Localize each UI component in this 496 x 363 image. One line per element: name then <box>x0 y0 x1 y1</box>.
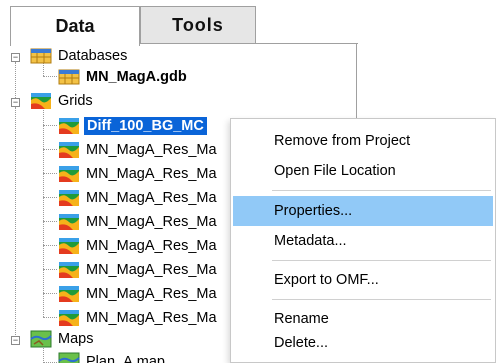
tree-item-map[interactable]: Plan_A.map <box>58 352 165 363</box>
database-icon <box>30 48 52 63</box>
grid-icon <box>59 165 79 182</box>
tree-item-grid[interactable]: MN_MagA_Res_Ma <box>58 187 217 208</box>
tree-item-grid[interactable]: Diff_100_BG_MC <box>58 115 207 136</box>
menu-separator <box>272 299 491 300</box>
tree-item-label: MN_MagA_Res_Ma <box>86 261 217 278</box>
menu-item-label: Delete... <box>274 335 328 351</box>
tree-connector <box>43 107 44 317</box>
menu-item-label: Remove from Project <box>274 133 411 149</box>
tree-item-grid[interactable]: MN_MagA_Res_Ma <box>58 235 217 256</box>
tree-connector <box>43 245 57 246</box>
tree-node-grids[interactable]: Grids <box>30 90 93 111</box>
tree-item-grid[interactable]: MN_MagA_Res_Ma <box>58 307 217 328</box>
grid-icon <box>59 141 79 158</box>
menu-separator <box>272 190 491 191</box>
menu-item-label: Export to OMF... <box>274 272 379 288</box>
menu-item-export-to-omf[interactable]: Export to OMF... <box>233 265 493 295</box>
tree-connector <box>43 221 57 222</box>
tree-item-label: Diff_100_BG_MC <box>84 116 207 135</box>
grid-folder-icon <box>31 92 51 109</box>
tree-item-label: MN_MagA_Res_Ma <box>86 165 217 182</box>
tree-connector <box>43 149 57 150</box>
tree-connector <box>43 317 57 318</box>
tree-node-databases[interactable]: Databases <box>30 45 127 66</box>
grid-icon <box>59 189 79 206</box>
tree-item-grid[interactable]: MN_MagA_Res_Ma <box>58 283 217 304</box>
maps-collapse-toggle[interactable]: − <box>11 336 20 345</box>
menu-separator <box>272 260 491 261</box>
tree-connector <box>43 173 57 174</box>
tree-item-grid[interactable]: MN_MagA_Res_Ma <box>58 211 217 232</box>
tree-item-label: MN_MagA_Res_Ma <box>86 189 217 206</box>
tree-connector <box>15 62 16 100</box>
grid-icon <box>59 285 79 302</box>
databases-collapse-toggle[interactable]: − <box>11 53 20 62</box>
menu-item-label: Metadata... <box>274 233 347 249</box>
tab-data[interactable]: Data <box>10 6 140 46</box>
tree-connector <box>43 125 57 126</box>
tree-node-label: Maps <box>58 330 94 347</box>
map-folder-icon <box>30 330 52 347</box>
tree-item-grid[interactable]: MN_MagA_Res_Ma <box>58 259 217 280</box>
tree-node-label: Databases <box>58 47 128 64</box>
tree-item-database[interactable]: MN_MagA.gdb <box>58 66 187 87</box>
grids-collapse-toggle[interactable]: − <box>11 98 20 107</box>
menu-item-remove-from-project[interactable]: Remove from Project <box>233 126 493 156</box>
tree-item-label: MN_MagA_Res_Ma <box>86 309 217 326</box>
menu-item-label: Rename <box>274 311 329 327</box>
tree-item-label: MN_MagA.gdb <box>86 68 187 85</box>
tree-connector <box>43 76 57 77</box>
tree-item-label: MN_MagA_Res_Ma <box>86 213 217 230</box>
menu-item-properties[interactable]: Properties... <box>233 196 493 226</box>
menu-item-label: Properties... <box>274 203 353 219</box>
menu-item-metadata[interactable]: Metadata... <box>233 226 493 256</box>
tree-connector <box>15 107 16 335</box>
menu-item-label: Open File Location <box>274 163 396 179</box>
tree-node-maps[interactable]: Maps <box>30 328 93 349</box>
tree-node-label: Grids <box>58 92 93 109</box>
menu-item-open-file-location[interactable]: Open File Location <box>233 156 493 186</box>
grid-icon <box>59 213 79 230</box>
database-table-icon <box>58 69 80 84</box>
tree-item-grid[interactable]: MN_MagA_Res_Ma <box>58 163 217 184</box>
tab-tools[interactable]: Tools <box>140 6 256 44</box>
context-menu: Remove from Project Open File Location P… <box>230 118 496 363</box>
tab-bar: Data Tools <box>0 0 358 46</box>
grid-icon <box>59 261 79 278</box>
tree-item-label: MN_MagA_Res_Ma <box>86 237 217 254</box>
map-icon <box>58 352 80 363</box>
tree-connector <box>43 293 57 294</box>
tree-item-label: Plan_A.map <box>86 354 165 363</box>
menu-item-delete[interactable]: Delete... <box>233 328 493 358</box>
tree-item-label: MN_MagA_Res_Ma <box>86 285 217 302</box>
tree-connector <box>43 269 57 270</box>
grid-icon <box>59 309 79 326</box>
tree-item-grid[interactable]: MN_MagA_Res_Ma <box>58 139 217 160</box>
tree-connector <box>43 197 57 198</box>
tree-item-label: MN_MagA_Res_Ma <box>86 141 217 158</box>
grid-icon <box>59 117 79 134</box>
grid-icon <box>59 237 79 254</box>
